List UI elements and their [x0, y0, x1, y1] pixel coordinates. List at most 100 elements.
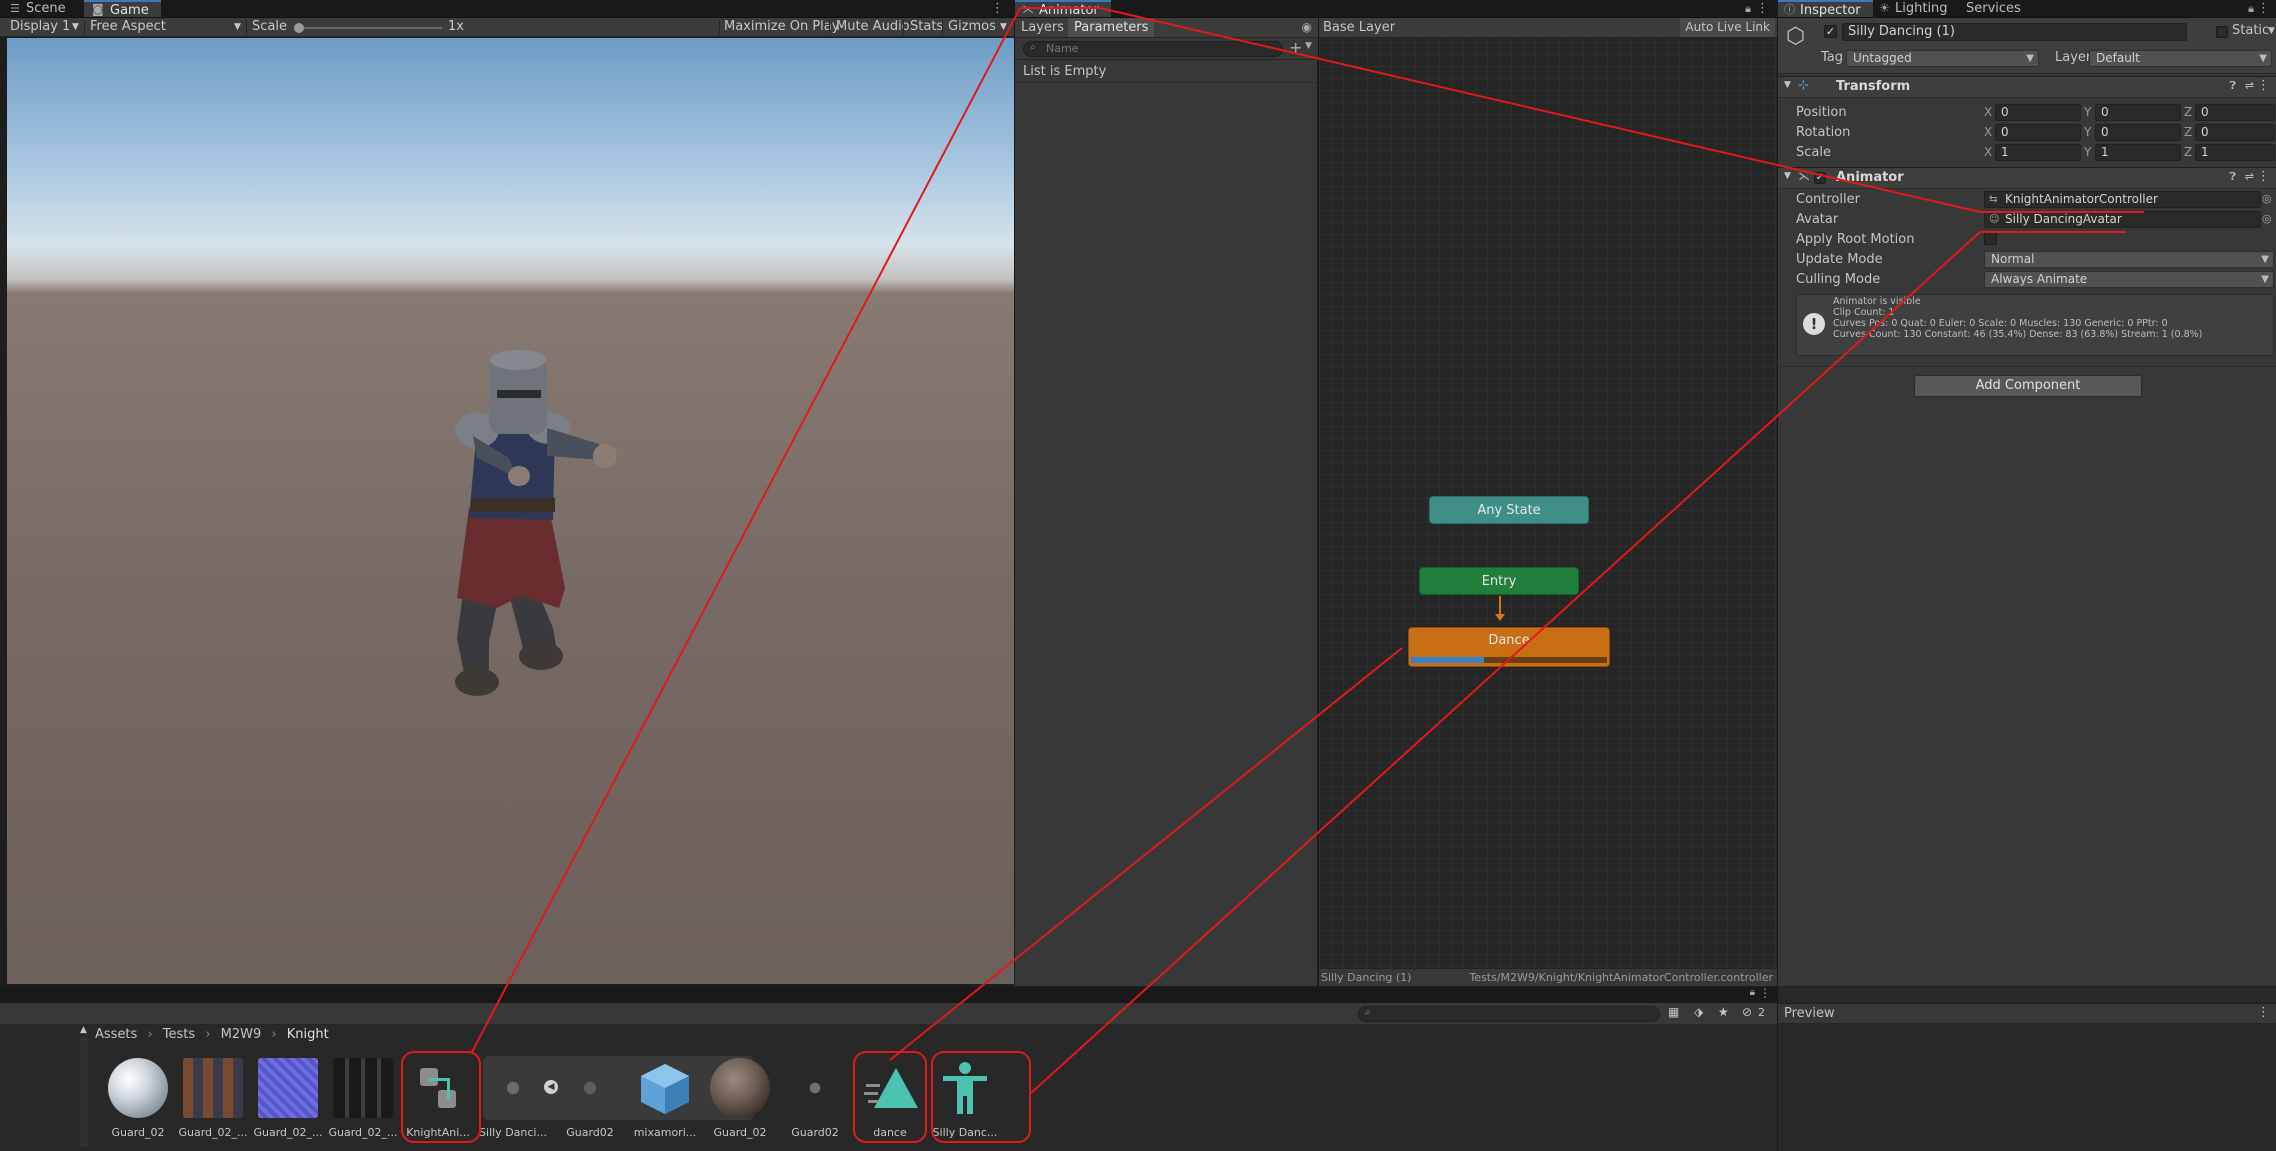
tab-lighting[interactable]: ☀ Lighting [1875, 0, 1960, 17]
asset-material-2[interactable]: Guard_02 [704, 1058, 776, 1139]
controller-field[interactable]: ⇆ KnightAnimatorController [1984, 191, 2261, 208]
preset-icon[interactable]: ⇌ [2245, 79, 2254, 92]
lock-icon[interactable]: 🔒︎ [2248, 0, 2254, 17]
maximize-on-play-toggle[interactable]: Maximize On Play [724, 18, 839, 36]
rotation-x-field[interactable]: 0 [1995, 124, 2081, 141]
more-options-icon[interactable]: ⋮ [1759, 986, 1771, 1000]
project-folder-tree[interactable]: ▲ [0, 1025, 90, 1151]
tab-parameters[interactable]: Parameters [1068, 18, 1155, 37]
avatar-field[interactable]: ☺ Silly DancingAvatar [1984, 211, 2261, 228]
scale-slider-thumb[interactable] [294, 23, 304, 33]
position-x-field[interactable]: 0 [1995, 104, 2081, 121]
more-options-icon[interactable]: ⋮ [991, 0, 1004, 17]
hidden-packages-icon[interactable]: ⊘ [1742, 1005, 1752, 1019]
animator-graph[interactable]: Base Layer Auto Live Link Any State Entr… [1319, 18, 1777, 986]
tag-dropdown[interactable]: Untagged ▼ [1846, 50, 2039, 67]
knight-character [455, 350, 617, 696]
tab-animator[interactable]: ⋋ Animator [1015, 0, 1111, 18]
lock-icon[interactable]: 🔒︎ [1745, 0, 1751, 17]
asset-model[interactable]: Silly Danci... [477, 1058, 549, 1139]
preview-header[interactable]: Preview ⋮ [1778, 1004, 2276, 1024]
model-thumbnail-icon [483, 1058, 543, 1118]
state-any-state[interactable]: Any State [1429, 496, 1589, 524]
static-checkbox[interactable] [2216, 26, 2228, 38]
object-picker-icon[interactable]: ◎ [2262, 212, 2272, 225]
filter-by-label-icon[interactable]: ⬗ [1694, 1005, 1703, 1019]
breadcrumb-assets[interactable]: Assets [95, 1027, 137, 1042]
gizmos-dropdown[interactable]: Gizmos ▼ [948, 18, 1010, 36]
tab-inspector[interactable]: ⓘ Inspector [1778, 0, 1873, 18]
mesh-thumbnail-icon [560, 1058, 620, 1118]
aspect-dropdown[interactable]: Free Aspect ▼ [90, 18, 246, 36]
rotation-y-field[interactable]: 0 [2095, 124, 2181, 141]
texture-thumbnail-icon [183, 1058, 243, 1118]
position-y-field[interactable]: 0 [2095, 104, 2181, 121]
scale-y-field[interactable]: 1 [2095, 144, 2181, 161]
breadcrumb[interactable]: Base Layer [1323, 20, 1395, 35]
chevron-down-icon: ▼ [2026, 53, 2034, 64]
asset-avatar[interactable]: Silly Danc... [929, 1058, 1001, 1139]
apply-root-motion-checkbox[interactable] [1984, 232, 1997, 245]
preset-icon[interactable]: ⇌ [2245, 170, 2254, 183]
update-mode-dropdown[interactable]: Normal ▼ [1984, 251, 2274, 268]
asset-animation-clip[interactable]: dance [854, 1058, 926, 1139]
culling-mode-label: Culling Mode [1796, 272, 1881, 287]
search-icon: ⌕ [1365, 1007, 1371, 1018]
game-render[interactable] [7, 38, 1014, 984]
help-icon[interactable]: ❓︎ [2229, 170, 2236, 184]
tab-layers[interactable]: Layers [1021, 20, 1064, 35]
auto-live-link-toggle[interactable]: Auto Live Link [1680, 18, 1775, 37]
asset-mesh[interactable]: Guard02 [554, 1058, 626, 1139]
eye-icon[interactable]: ◉ [1302, 20, 1312, 34]
transform-header[interactable]: ▼ ⊹ Transform ❓︎ ⇌ ⋮ [1778, 76, 2276, 98]
rotation-z-field[interactable]: 0 [2195, 124, 2275, 141]
asset-texture[interactable]: Guard_02_... [177, 1058, 249, 1139]
stats-toggle[interactable]: Stats [910, 18, 943, 36]
scale-z-field[interactable]: 1 [2195, 144, 2275, 161]
layer-dropdown[interactable]: Default ▼ [2089, 50, 2272, 67]
more-options-icon[interactable]: ⋮ [1756, 0, 1769, 17]
asset-normal-map[interactable]: Guard_02_... [252, 1058, 324, 1139]
tab-scene[interactable]: ☰ Scene [0, 0, 78, 17]
scale-x-field[interactable]: 1 [1995, 144, 2081, 161]
active-checkbox[interactable]: ✓ [1824, 25, 1837, 38]
breadcrumb-tests[interactable]: Tests [163, 1027, 195, 1042]
lock-icon[interactable]: 🔒︎ [1750, 987, 1755, 998]
dance-progress-track [1411, 657, 1607, 663]
state-entry[interactable]: Entry [1419, 567, 1579, 595]
filter-by-type-icon[interactable]: ▦ [1668, 1005, 1679, 1019]
mute-audio-toggle[interactable]: Mute Audio [836, 18, 910, 36]
animator-component-header[interactable]: ▼ ⋋ ✓ Animator ❓︎ ⇌ ⋮ [1778, 167, 2276, 189]
position-z-field[interactable]: 0 [2195, 104, 2275, 121]
object-name-field[interactable]: Silly Dancing (1) [1842, 23, 2187, 41]
breadcrumb-knight[interactable]: Knight [287, 1027, 329, 1042]
project-search-input[interactable]: ⌕ [1358, 1006, 1660, 1022]
display-dropdown[interactable]: Display 1 ▼ [10, 18, 84, 36]
object-picker-icon[interactable]: ◎ [2262, 192, 2272, 205]
culling-mode-dropdown[interactable]: Always Animate ▼ [1984, 271, 2274, 288]
breadcrumb-m2w9[interactable]: M2W9 [221, 1027, 262, 1042]
add-parameter-button[interactable]: + [1289, 38, 1302, 57]
help-icon[interactable]: ❓︎ [2229, 79, 2236, 93]
asset-skinned-mesh[interactable]: Guard02 [779, 1058, 851, 1139]
gamepad-icon: ◙ [92, 2, 104, 16]
folder-tree-scrollbar[interactable] [80, 1037, 88, 1147]
add-component-button[interactable]: Add Component [1914, 375, 2142, 397]
parameters-search-input[interactable]: ⌕ Name [1023, 41, 1283, 57]
asset-prefab[interactable]: mixamori... [629, 1058, 701, 1139]
asset-animator-controller[interactable]: KnightAni... [402, 1058, 474, 1139]
tab-game[interactable]: ◙ Game [84, 0, 161, 18]
scale-slider[interactable] [294, 23, 442, 33]
asset-mask-texture[interactable]: Guard_02_... [327, 1058, 399, 1139]
favorite-star-icon[interactable]: ★ [1718, 1005, 1729, 1019]
more-options-icon[interactable]: ⋮ [2257, 1005, 2270, 1020]
more-options-icon[interactable]: ⋮ [2257, 169, 2270, 184]
asset-material[interactable]: Guard_02 [102, 1058, 174, 1139]
animator-enabled-checkbox[interactable]: ✓ [1814, 172, 1826, 184]
more-options-icon[interactable]: ⋮ [2257, 78, 2270, 93]
layer-label: Layer [2055, 50, 2092, 65]
state-dance[interactable]: Dance [1408, 627, 1610, 667]
more-options-icon[interactable]: ⋮ [2257, 0, 2270, 17]
tab-services[interactable]: Services [1954, 0, 2033, 17]
preview-panel: Preview ⋮ [1778, 986, 2276, 1151]
